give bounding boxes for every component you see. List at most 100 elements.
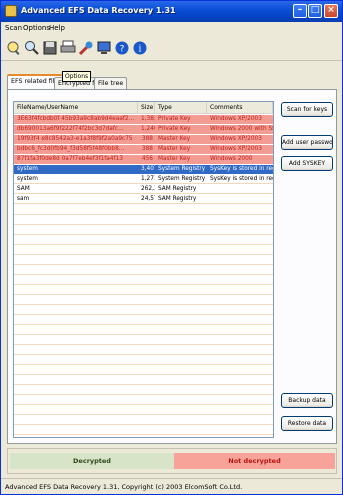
- row-divider: [14, 364, 273, 365]
- status-bar: Advanced EFS Data Recovery 1.31, Copyrig…: [1, 478, 342, 494]
- column-size[interactable]: Size: [138, 102, 155, 114]
- cell-type: System Registry: [158, 176, 206, 182]
- row-divider: [14, 274, 273, 275]
- cell-comment: Windows XP/2003: [210, 116, 262, 122]
- row-divider: [14, 344, 273, 345]
- row-divider: [14, 424, 273, 425]
- backup-data-button[interactable]: Backup data: [281, 393, 333, 408]
- row-divider: [14, 294, 273, 295]
- row-divider: [14, 384, 273, 385]
- row-divider: [14, 434, 273, 435]
- cell-filename: 87f1fa3f0de8d 0a7f7eb4ef3f1fa4f13: [17, 156, 123, 162]
- close-button[interactable]: ×: [324, 4, 338, 18]
- cell-filename: SAM: [17, 186, 30, 192]
- disk-icon[interactable]: [42, 40, 58, 56]
- cell-type: Master Key: [158, 156, 191, 162]
- row-divider: [14, 284, 273, 285]
- cell-type: System Registry: [158, 166, 206, 172]
- menu-help[interactable]: Help: [49, 24, 65, 32]
- cell-size: 388: [141, 136, 153, 142]
- row-divider: [14, 244, 273, 245]
- svg-text:i: i: [139, 45, 142, 55]
- not-decrypted-legend: Not decrypted: [174, 453, 335, 469]
- help-icon[interactable]: ?: [114, 40, 130, 56]
- table-row[interactable]: 19f93f4 e8c8542a3-e1a3f8f9f2a0a9c75 388 Ma…: [14, 135, 273, 144]
- table-row[interactable]: bdbc6_fc3d0fb94_f3d58f5f48f0bb8... 388 Mas…: [14, 145, 273, 154]
- svg-text:?: ?: [120, 45, 125, 55]
- cell-size: 1,271,552: [141, 176, 155, 182]
- add-user-password-button[interactable]: Add user password: [281, 135, 333, 150]
- cell-size: 1,240: [141, 126, 155, 132]
- cell-filename: 3E63f4fcbdb0f 45b93a9c8ab9d4eaaf2...: [17, 116, 135, 122]
- scan-for-keys-button[interactable]: Scan for keys: [281, 102, 333, 117]
- cell-comment: Windows 2000: [210, 156, 253, 162]
- add-syskey-button[interactable]: Add SYSKEY: [281, 156, 333, 171]
- computer-icon[interactable]: [96, 40, 112, 56]
- row-divider: [14, 234, 273, 235]
- table-row[interactable]: 3E63f4fcbdb0f 45b93a9c8ab9d4eaaf2... 1,38…: [14, 115, 273, 124]
- cell-size: 456: [141, 156, 153, 162]
- cell-filename: sam: [17, 196, 30, 202]
- files-list[interactable]: FileName/UserName Size Type Comments 3E6…: [13, 101, 274, 438]
- print-icon[interactable]: [60, 40, 76, 56]
- row-divider: [14, 214, 273, 215]
- decrypted-legend: Decrypted: [10, 453, 174, 469]
- cell-filename: system: [17, 166, 38, 172]
- list-header: FileName/UserName Size Type Comments: [14, 102, 273, 114]
- menu-options[interactable]: Options: [23, 24, 50, 32]
- tools-icon[interactable]: [78, 40, 94, 56]
- app-window: Advanced EFS Data Recovery 1.31 – □ × Sc…: [0, 0, 343, 495]
- cell-type: SAM Registry: [158, 186, 197, 192]
- row-divider: [14, 254, 273, 255]
- cell-size: 1,383: [141, 116, 155, 122]
- options-tooltip: Options: [62, 71, 92, 82]
- column-filename[interactable]: FileName/UserName: [14, 102, 138, 114]
- row-divider: [14, 354, 273, 355]
- cell-type: SAM Registry: [158, 196, 197, 202]
- cell-comment: Windows XP/2003: [210, 146, 262, 152]
- menu-bar: Scan Options Help: [1, 22, 342, 36]
- title-bar[interactable]: Advanced EFS Data Recovery 1.31 – □ ×: [1, 1, 342, 22]
- row-divider: [14, 324, 273, 325]
- table-row[interactable]: system 3,407,872System Registry SysKey is …: [14, 165, 273, 174]
- table-row[interactable]: system 1,271,552System Registry SysKey is …: [14, 175, 273, 184]
- row-divider: [14, 264, 273, 265]
- cell-type: Private Key: [158, 116, 191, 122]
- row-divider: [14, 334, 273, 335]
- maximize-button[interactable]: □: [308, 4, 322, 18]
- cell-comment: SysKey is stored in regis...: [210, 176, 273, 182]
- cell-comment: SysKey is stored in regis...: [210, 166, 273, 172]
- cell-type: Private Key: [158, 126, 191, 132]
- cell-size: 24,576: [141, 196, 155, 202]
- cell-size: 3,407,872: [141, 166, 155, 172]
- cell-type: Master Key: [158, 146, 191, 152]
- column-comments[interactable]: Comments: [207, 102, 273, 114]
- restore-data-button[interactable]: Restore data: [281, 416, 333, 431]
- column-type[interactable]: Type: [155, 102, 207, 114]
- cell-filename: bdbc6_fc3d0fb94_f3d58f5f48f0bb8...: [17, 146, 125, 152]
- cell-filename: db690013a6f9f222f74f2bc3d7dafc...: [17, 126, 124, 132]
- table-row[interactable]: SAM 262,144SAM Registry: [14, 185, 273, 194]
- cell-filename: system: [17, 176, 38, 182]
- scan-icon[interactable]: [6, 40, 22, 56]
- info-icon[interactable]: i: [132, 40, 148, 56]
- cell-size: 262,144: [141, 186, 155, 192]
- row-divider: [14, 224, 273, 225]
- row-divider: [14, 314, 273, 315]
- table-row[interactable]: db690013a6f9f222f74f2bc3d7dafc... 1,240Pr…: [14, 125, 273, 134]
- toolbar: ? i: [1, 37, 342, 61]
- row-divider: [14, 304, 273, 305]
- cell-comment: Windows 2000 with SP...: [210, 126, 273, 132]
- table-row[interactable]: sam 24,576SAM Registry: [14, 195, 273, 204]
- cell-filename: 19f93f4 e8c8542a3-e1a3f8f9f2a0a9c75: [17, 136, 133, 142]
- row-divider: [14, 414, 273, 415]
- minimize-button[interactable]: –: [293, 4, 307, 18]
- menu-scan[interactable]: Scan: [5, 24, 22, 32]
- row-divider: [14, 394, 273, 395]
- row-divider: [14, 374, 273, 375]
- search-icon[interactable]: [24, 40, 40, 56]
- table-row[interactable]: 87f1fa3f0de8d 0a7f7eb4ef3f1fa4f13 456 Mast…: [14, 155, 273, 164]
- cell-comment: Windows XP/2003: [210, 136, 262, 142]
- window-title: Advanced EFS Data Recovery 1.31: [21, 6, 176, 15]
- app-icon: [5, 5, 17, 17]
